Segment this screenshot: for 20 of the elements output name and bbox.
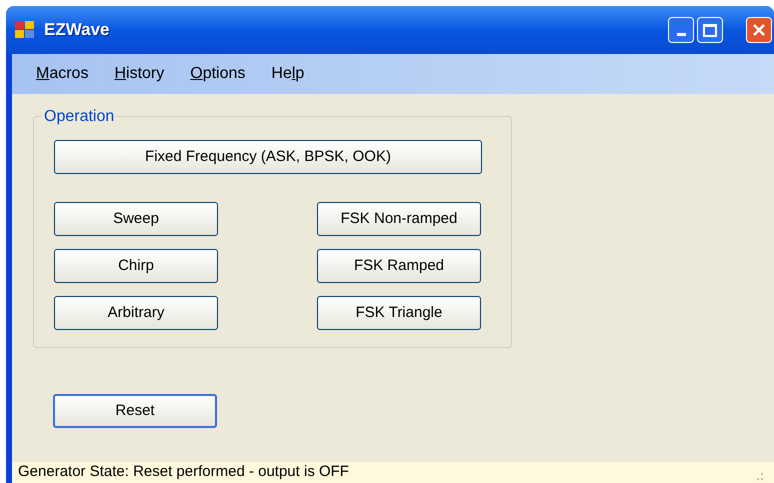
button[interactable]: Reset [53,394,217,428]
maximize-button[interactable] [697,17,723,43]
menu-item[interactable]: History [114,62,164,86]
window-title: EZWave [44,19,110,42]
close-button[interactable] [746,17,772,43]
menu-item[interactable]: Help [271,62,304,86]
resize-grip-icon [754,473,764,481]
close-icon [752,23,766,37]
menu-item[interactable]: Macros [36,62,88,86]
app-icon [14,20,36,40]
menu-item[interactable]: Options [190,62,246,86]
minimize-button[interactable] [668,17,694,43]
button[interactable]: Arbitrary [54,296,218,330]
button[interactable]: FSK Non-ramped [317,202,481,236]
button[interactable]: FSK Ramped [317,249,481,283]
button[interactable]: Chirp [54,249,218,283]
button[interactable]: FSK Triangle [317,296,481,330]
button[interactable]: Fixed Frequency (ASK, BPSK, OOK) [54,140,482,174]
status-text: Generator State: Reset performed - output is OFF [18,462,349,482]
button[interactable]: Sweep [54,202,218,236]
